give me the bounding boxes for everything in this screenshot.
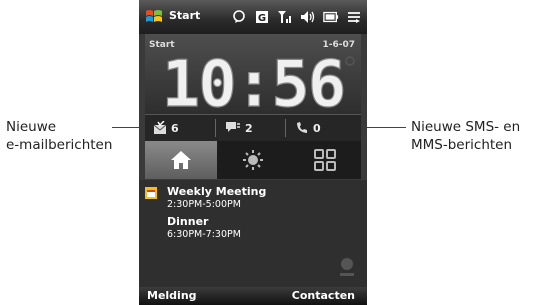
event-title[interactable]: Dinner <box>167 215 208 228</box>
event-time: 2:30PM-5:00PM <box>167 199 241 210</box>
signal-icon[interactable] <box>277 9 293 25</box>
sms-callout: Nieuwe SMS- en MMS-berichten <box>411 118 520 154</box>
windows-start-icon[interactable] <box>145 8 163 26</box>
grid-icon <box>314 149 336 171</box>
clock-time: 10:56 <box>161 50 347 112</box>
notification-bar: 6 2 0 <box>145 114 361 142</box>
start-title[interactable]: Start <box>169 9 200 22</box>
volume-icon[interactable] <box>300 9 316 25</box>
home-tab[interactable] <box>145 141 217 179</box>
settings-tab[interactable] <box>217 141 289 179</box>
phone-screen: Start G Start 1-6-07 10:56 6 2 0 Weekly … <box>139 0 367 305</box>
clock-panel-label: Start <box>149 40 175 50</box>
contacts-softkey[interactable]: Contacten <box>292 289 355 302</box>
event-title[interactable]: Weekly Meeting <box>167 185 266 198</box>
svg-text:10:56: 10:56 <box>162 50 345 112</box>
gprs-icon[interactable]: G <box>254 9 270 25</box>
status-icons: G <box>231 8 362 26</box>
notification-divider <box>285 119 286 137</box>
date-label: 1-6-07 <box>322 40 355 50</box>
notification-divider <box>215 119 216 137</box>
email-callout-line1: Nieuwe <box>6 119 57 135</box>
email-callout: Nieuwe e-mailberichten <box>6 118 112 154</box>
programs-tab[interactable] <box>289 141 361 179</box>
email-callout-line2: e-mailberichten <box>6 137 113 153</box>
svg-text:G: G <box>258 13 266 24</box>
notification-softkey[interactable]: Melding <box>147 289 197 302</box>
email-notification[interactable]: 6 <box>153 115 179 141</box>
phone-icon <box>297 122 307 133</box>
agenda-panel[interactable]: Weekly Meeting 2:30PM-5:00PM Dinner 6:30… <box>139 180 367 287</box>
sms-callout-line1: Nieuwe SMS- en <box>411 119 521 135</box>
sms-icon <box>226 122 240 132</box>
title-bar: Start G <box>139 0 367 34</box>
missed-calls-count: 0 <box>313 121 321 135</box>
connectivity-icon[interactable] <box>346 9 362 25</box>
calendar-icon <box>145 187 157 199</box>
home-icon <box>171 151 191 169</box>
messenger-icon[interactable] <box>231 9 247 25</box>
tab-bar <box>145 141 361 179</box>
battery-icon[interactable] <box>323 9 339 25</box>
event-time: 6:30PM-7:30PM <box>167 229 241 240</box>
sms-callout-line2: MMS-berichten <box>411 137 513 153</box>
email-icon <box>153 121 167 134</box>
email-count: 6 <box>171 121 179 135</box>
htc-logo-icon <box>340 258 354 276</box>
softkey-bar: Melding Contacten <box>139 287 367 305</box>
clock-panel[interactable]: Start 1-6-07 10:56 <box>145 34 361 114</box>
sun-icon <box>243 150 263 170</box>
sms-count: 2 <box>245 121 253 135</box>
sms-notification[interactable]: 2 <box>225 115 253 141</box>
missed-calls-notification[interactable]: 0 <box>295 115 321 141</box>
